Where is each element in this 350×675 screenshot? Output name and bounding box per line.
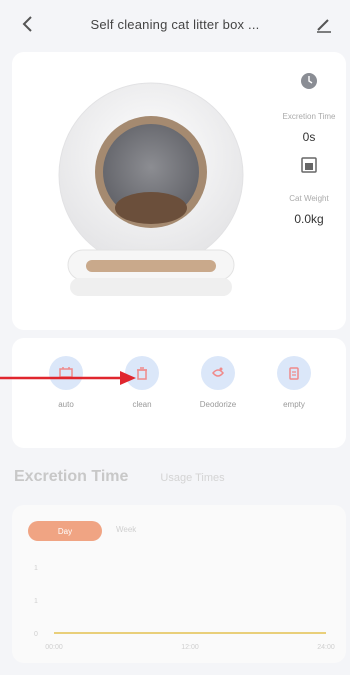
empty-label: empty — [283, 400, 305, 409]
y-tick-label: 1 — [34, 565, 38, 572]
device-card: Excretion Time 0s Cat Weight 0.0kg — [12, 52, 346, 330]
x-tick-label: 00:00 — [45, 644, 63, 651]
x-tick-label: 24:00 — [317, 644, 335, 651]
chevron-left-icon[interactable] — [18, 14, 38, 34]
empty-button[interactable]: empty — [264, 356, 324, 409]
tab-excretion-time[interactable]: Excretion Time — [14, 468, 128, 486]
deodorize-icon — [201, 356, 235, 390]
stats-tabs: Excretion Time Usage Times — [14, 468, 334, 498]
chart-card: Day Week 1 1 0 00:00 12:00 24:00 — [12, 505, 346, 663]
clipboard-icon — [277, 356, 311, 390]
y-tick-label: 1 — [34, 598, 38, 605]
clean-label: clean — [132, 400, 152, 409]
cat-weight-label: Cat Weight — [289, 194, 329, 203]
device-stats: Excretion Time 0s Cat Weight 0.0kg — [274, 72, 344, 238]
clock-icon — [300, 72, 318, 95]
deodorize-button[interactable]: Deodorize — [188, 356, 248, 409]
auto-label: auto — [58, 400, 74, 409]
litter-box-illustration — [56, 80, 246, 310]
top-bar: Self cleaning cat litter box ... — [0, 0, 350, 48]
excretion-chart: 1 1 0 00:00 12:00 24:00 — [34, 565, 335, 651]
tab-usage-times[interactable]: Usage Times — [160, 472, 224, 484]
deodorize-label: Deodorize — [199, 400, 237, 409]
cat-weight-value: 0.0kg — [294, 212, 324, 226]
actions-card: auto clean Deodorize empty — [12, 338, 346, 448]
pencil-icon[interactable] — [314, 14, 334, 34]
page-title: Self cleaning cat litter box ... — [90, 16, 260, 32]
excretion-time-value: 0s — [302, 130, 316, 144]
annotation-arrow-icon — [0, 368, 140, 393]
scale-icon — [300, 156, 318, 179]
x-tick-label: 12:00 — [181, 644, 199, 651]
excretion-time-label: Excretion Time — [282, 112, 336, 121]
y-tick-label: 0 — [34, 631, 38, 638]
